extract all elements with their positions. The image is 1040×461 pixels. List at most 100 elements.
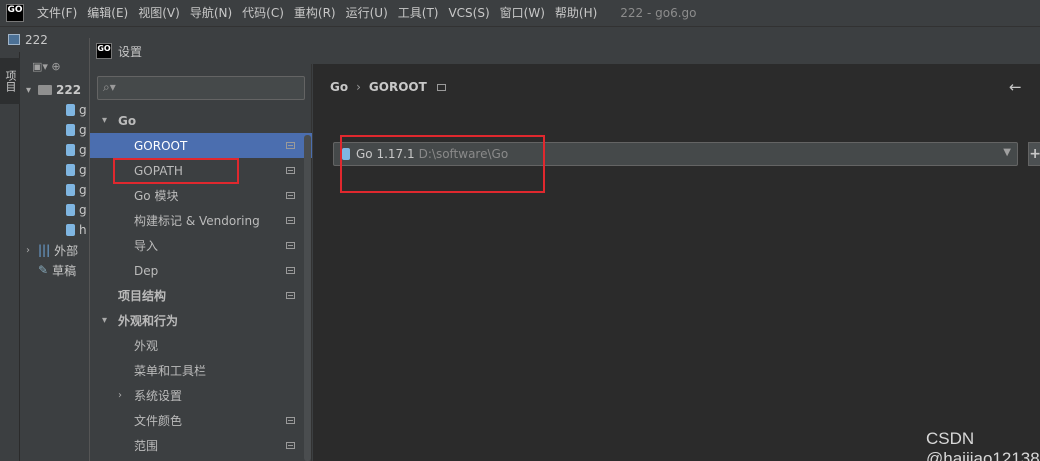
chevron-down-icon[interactable]: ▾ <box>102 115 107 126</box>
chevron-right-icon[interactable]: › <box>118 390 122 401</box>
go-file-icon <box>66 164 75 176</box>
goland-logo-icon: GO <box>6 4 24 22</box>
settings-nav-label: GOROOT <box>134 138 188 153</box>
highlight-box-goroot <box>113 158 239 184</box>
libraries-icon: ||| <box>38 243 51 257</box>
dialog-title-bar: GO 设置 <box>90 38 1040 64</box>
settings-nav-label: 外观 <box>134 339 159 353</box>
settings-nav-label: 导入 <box>134 239 159 253</box>
settings-nav-label: 菜单和工具栏 <box>134 364 207 378</box>
menu-bar: GO 文件(F) 编辑(E) 视图(V) 导航(N) 代码(C) 重构(R) 运行(U) 工具… <box>0 0 1040 26</box>
window-title: 222 - go6.go <box>620 6 697 20</box>
settings-nav-item[interactable]: GOROOT <box>90 133 312 158</box>
settings-search-input[interactable]: ⌕▾ <box>97 76 305 100</box>
breadcrumb: Go › GOROOT <box>330 80 446 94</box>
project-level-icon <box>286 217 295 224</box>
settings-nav-label: 项目结构 <box>118 289 167 303</box>
tree-root[interactable]: ▾ 222 <box>26 80 81 100</box>
breadcrumb-separator-icon: › <box>356 80 361 94</box>
chevron-down-icon[interactable]: ▾ <box>102 315 107 326</box>
menu-item[interactable]: 文件(F) <box>32 0 82 26</box>
project-level-icon <box>286 292 295 299</box>
menu-item[interactable]: 视图(V) <box>133 0 185 26</box>
menu-item[interactable]: 帮助(H) <box>550 0 602 26</box>
settings-nav-label: 范围 <box>134 439 159 453</box>
settings-nav-label: Dep <box>134 263 159 278</box>
tree-file[interactable]: g <box>66 140 87 160</box>
settings-nav-item[interactable]: Go 模块 <box>90 183 312 208</box>
menu-item[interactable]: 运行(U) <box>341 0 393 26</box>
settings-nav-label: Go <box>118 113 137 128</box>
settings-nav-item[interactable]: 范围 <box>90 433 312 458</box>
scratches-icon: ✎ <box>38 263 49 277</box>
tree-file[interactable]: h <box>66 220 87 240</box>
menu-item[interactable]: 工具(T) <box>393 0 444 26</box>
project-level-icon <box>286 267 295 274</box>
back-arrow-icon[interactable]: ← <box>1009 78 1022 96</box>
tree-file[interactable]: g <box>66 160 87 180</box>
settings-nav-item[interactable]: 外观 <box>90 333 312 358</box>
settings-nav-item[interactable]: Dep <box>90 258 312 283</box>
tree-file[interactable]: g <box>66 180 87 200</box>
project-panel: ▣▾ ⊕ ▾ 222 ggggggh › ||| 外部 ✎ 草稿 <box>20 52 90 461</box>
chevron-down-icon[interactable]: ▼ <box>1003 147 1011 158</box>
settings-nav-item[interactable]: ▾ Go <box>90 108 312 133</box>
nav-project-name[interactable]: 222 <box>25 33 48 47</box>
go-file-icon <box>66 224 75 236</box>
menu-item[interactable]: 窗口(W) <box>495 0 550 26</box>
add-sdk-button[interactable]: + <box>1028 142 1040 166</box>
watermark: CSDN @haijiao12138 <box>926 429 1040 461</box>
menu-item[interactable]: 代码(C) <box>237 0 289 26</box>
project-level-icon <box>286 417 295 424</box>
project-toolbar-icon[interactable]: ▣▾ ⊕ <box>32 60 61 73</box>
project-level-icon <box>286 167 295 174</box>
chevron-down-icon: ▾ <box>26 84 32 96</box>
chevron-right-icon: › <box>26 244 30 256</box>
go-file-icon <box>66 144 75 156</box>
project-level-icon <box>286 192 295 199</box>
settings-nav-item[interactable]: 菜单和工具栏 <box>90 358 312 383</box>
folder-icon <box>38 85 52 95</box>
settings-nav-item[interactable]: 文件颜色 <box>90 408 312 433</box>
settings-nav-label: 外观和行为 <box>118 314 179 328</box>
dialog-title: 设置 <box>118 44 143 59</box>
project-level-icon <box>286 142 295 149</box>
settings-nav-item[interactable]: › 系统设置 <box>90 383 312 408</box>
go-file-icon <box>66 184 75 196</box>
settings-nav-item[interactable]: ▾ 外观和行为 <box>90 308 312 333</box>
menu-item[interactable]: VCS(S) <box>443 0 494 26</box>
settings-nav-pane: ⌕▾ ▾ Go GOROOT GOPATH Go 模块 构建标记 & Vendoring 导… <box>90 64 312 461</box>
settings-nav-label: Go 模块 <box>134 189 179 203</box>
tree-file[interactable]: g <box>66 200 87 220</box>
search-icon: ⌕▾ <box>103 80 116 94</box>
menu-item[interactable]: 编辑(E) <box>82 0 133 26</box>
settings-content-pane: Go › GOROOT ← Go 1.17.1 D:\software\Go ▼… <box>313 64 1040 461</box>
left-tool-stripe <box>0 52 20 461</box>
settings-nav-item[interactable]: 项目结构 <box>90 283 312 308</box>
tree-external-libraries[interactable]: › ||| 外部 <box>26 240 78 260</box>
project-tool-tab[interactable]: 项目 <box>0 58 20 104</box>
breadcrumb-current: GOROOT <box>368 80 427 94</box>
menu-item[interactable]: 导航(N) <box>185 0 237 26</box>
goland-logo-icon: GO <box>96 43 112 59</box>
nav-scrollbar[interactable] <box>304 135 311 461</box>
go-file-icon <box>66 124 75 136</box>
settings-nav-label: 构建标记 & Vendoring <box>134 214 260 228</box>
tree-file[interactable]: g <box>66 120 87 140</box>
project-folder-icon <box>8 34 20 45</box>
project-level-icon <box>286 442 295 449</box>
settings-nav-label: 系统设置 <box>134 389 183 403</box>
breadcrumb-parent[interactable]: Go <box>330 80 348 94</box>
tree-scratches[interactable]: ✎ 草稿 <box>26 260 76 280</box>
tree-file[interactable]: g <box>66 100 87 120</box>
go-file-icon <box>66 204 75 216</box>
settings-dialog: GO 设置 ⌕▾ ▾ Go GOROOT GOPATH Go 模块 构建标记 & Vend… <box>89 38 1040 461</box>
settings-nav-item[interactable]: 构建标记 & Vendoring <box>90 208 312 233</box>
project-level-icon <box>286 242 295 249</box>
go-file-icon <box>66 104 75 116</box>
highlight-box-sdk <box>340 135 545 193</box>
project-level-icon <box>436 83 446 91</box>
menu-item[interactable]: 重构(R) <box>289 0 341 26</box>
settings-nav-item[interactable]: 导入 <box>90 233 312 258</box>
settings-nav-label: 文件颜色 <box>134 414 183 428</box>
